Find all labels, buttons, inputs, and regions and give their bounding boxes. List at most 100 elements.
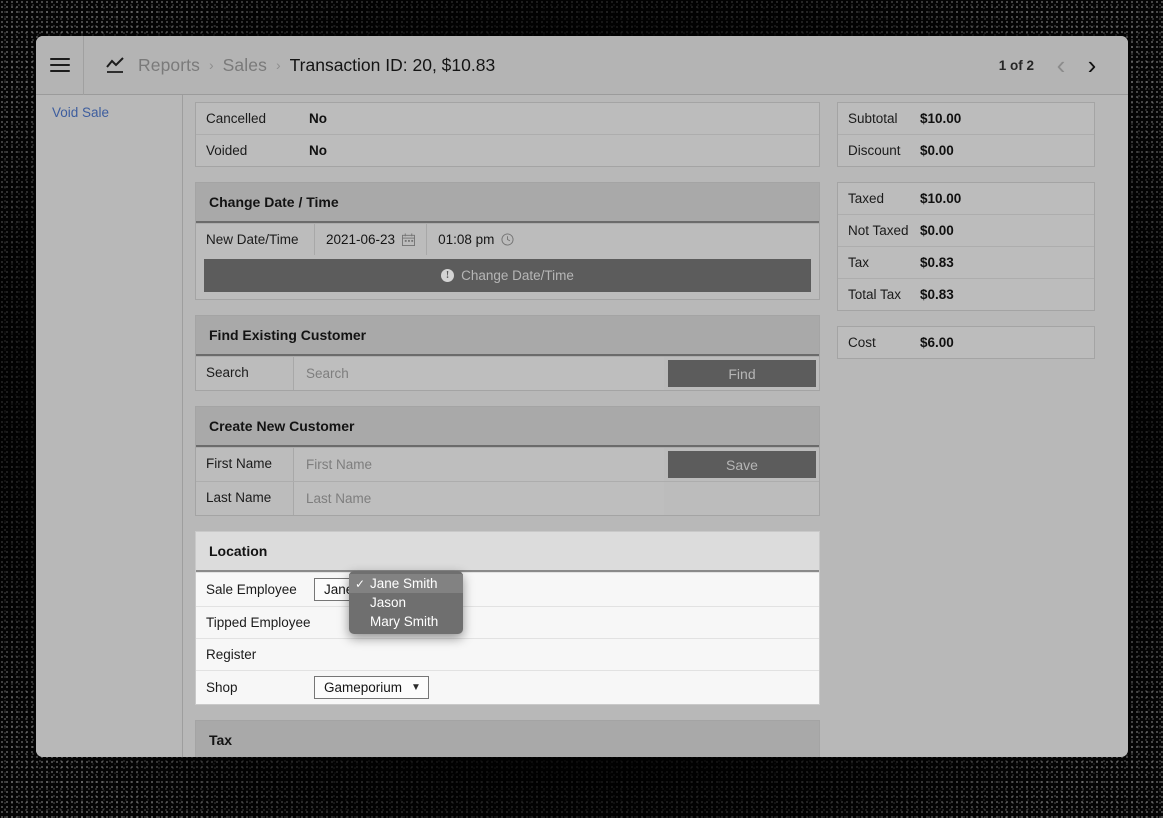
last-name-label: Last Name — [206, 490, 272, 505]
tipped-employee-label: Tipped Employee — [206, 615, 311, 630]
calendar-icon — [402, 233, 416, 246]
shop-label: Shop — [206, 680, 238, 695]
time-value: 01:08 pm — [438, 232, 495, 247]
create-customer-title: Create New Customer — [196, 407, 819, 447]
not-taxed-label: Not Taxed — [848, 223, 909, 238]
dropdown-option-label: Jason — [370, 595, 407, 610]
find-button-cell: Find — [664, 357, 819, 390]
info-circle-icon: ! — [441, 269, 455, 282]
customer-search-input[interactable] — [293, 357, 664, 390]
void-sale-link[interactable]: Void Sale — [36, 102, 182, 120]
save-customer-button[interactable]: Save — [668, 451, 816, 478]
create-customer-panel: Create New Customer First Name Save Last… — [195, 406, 820, 516]
tax-title: Tax — [196, 721, 819, 757]
total-tax-value: $0.83 — [920, 287, 954, 302]
change-datetime-button-label: Change Date/Time — [461, 268, 574, 283]
left-sidebar: Void Sale — [36, 95, 183, 757]
table-row: Cost $6.00 — [838, 327, 1094, 358]
breadcrumb-separator-2: › — [275, 57, 281, 73]
change-datetime-title: Change Date / Time — [196, 183, 819, 223]
spacer-cell — [664, 482, 819, 515]
shop-row: Shop Gameporium ▼ — [196, 670, 819, 704]
change-datetime-button[interactable]: ! Change Date/Time — [204, 259, 811, 292]
find-customer-title: Find Existing Customer — [196, 316, 819, 356]
cost-panel: Cost $6.00 — [837, 326, 1095, 359]
chart-line-icon — [106, 56, 125, 74]
first-name-label: First Name — [206, 456, 273, 471]
new-datetime-label: New Date/Time — [206, 232, 299, 247]
find-button[interactable]: Find — [668, 360, 816, 387]
cancelled-value: No — [309, 111, 327, 126]
shop-select[interactable]: Gameporium ▼ — [314, 676, 429, 699]
breadcrumb-current-transaction: Transaction ID: 20, $10.83 — [289, 54, 496, 75]
dropdown-option-label: Mary Smith — [370, 614, 439, 629]
menu-button[interactable] — [36, 36, 84, 95]
time-input[interactable]: 01:08 pm — [426, 224, 526, 255]
subtotal-panel: Subtotal $10.00 Discount $0.00 — [837, 102, 1095, 167]
sale-employee-row: Sale Employee Jane Smith ▼ — [196, 572, 819, 606]
body-area: Void Sale Cancelled No Voided No Change … — [36, 95, 1128, 757]
cost-value: $6.00 — [920, 335, 954, 350]
pager-label: 1 of 2 — [998, 57, 1034, 73]
date-input[interactable]: 2021-06-23 — [314, 224, 427, 255]
location-title: Location — [196, 532, 819, 572]
discount-value: $0.00 — [920, 143, 954, 158]
tax-label: Tax — [848, 255, 870, 270]
table-row: Voided No — [196, 134, 819, 166]
location-panel: Location Sale Employee Jane Smith ▼ Tipp… — [195, 531, 820, 705]
table-row: Discount $0.00 — [838, 134, 1094, 166]
customer-search-row: Search Find — [196, 356, 819, 390]
voided-value: No — [309, 143, 327, 158]
table-row: Not Taxed $0.00 — [838, 214, 1094, 246]
change-datetime-panel: Change Date / Time New Date/Time 2021-06… — [195, 182, 820, 300]
tax-panel: Tax Sales Tax Sales Tax Tax Rate 8.25% — [195, 720, 820, 757]
total-tax-label: Total Tax — [848, 287, 902, 302]
sale-employee-dropdown-menu[interactable]: ✓ Jane Smith Jason Mary Smith — [349, 571, 463, 634]
tax-value: $0.83 — [920, 255, 954, 270]
date-value: 2021-06-23 — [326, 232, 396, 247]
subtotal-label: Subtotal — [848, 111, 898, 126]
clock-icon — [501, 233, 514, 246]
pager: 1 of 2 ‹ › — [999, 48, 1128, 82]
first-name-input[interactable] — [293, 448, 664, 481]
totals-column: Subtotal $10.00 Discount $0.00 Taxed $10… — [837, 102, 1095, 757]
breadcrumb-separator-1: › — [208, 57, 214, 73]
hamburger-icon — [49, 55, 70, 76]
chevron-down-icon: ▼ — [411, 682, 421, 693]
dropdown-option-jane-smith[interactable]: ✓ Jane Smith — [349, 574, 463, 593]
table-row: Cancelled No — [196, 103, 819, 134]
breadcrumb-reports[interactable]: Reports — [138, 55, 200, 76]
sale-employee-label: Sale Employee — [206, 582, 297, 597]
shop-value: Gameporium — [324, 680, 403, 695]
main-column: Cancelled No Voided No Change Date / Tim… — [195, 102, 820, 757]
new-datetime-row: New Date/Time 2021-06-23 01:08 pm — [196, 223, 819, 255]
next-page-button[interactable]: › — [1078, 48, 1106, 82]
status-panel: Cancelled No Voided No — [195, 102, 820, 167]
content-area: Cancelled No Voided No Change Date / Tim… — [183, 95, 1128, 757]
cost-label: Cost — [848, 335, 876, 350]
taxed-label: Taxed — [848, 191, 885, 206]
table-row: Taxed $10.00 — [838, 183, 1094, 214]
table-row: Subtotal $10.00 — [838, 103, 1094, 134]
register-row: Register — [196, 638, 819, 670]
subtotal-value: $10.00 — [920, 111, 962, 126]
breadcrumb-sales[interactable]: Sales — [223, 55, 267, 76]
save-button-cell: Save — [664, 448, 819, 481]
table-row: Total Tax $0.83 — [838, 278, 1094, 310]
tax-breakdown-panel: Taxed $10.00 Not Taxed $0.00 Tax $0.83 T… — [837, 182, 1095, 311]
find-customer-panel: Find Existing Customer Search Find — [195, 315, 820, 391]
first-name-row: First Name Save — [196, 447, 819, 481]
check-icon: ✓ — [355, 576, 366, 591]
dropdown-option-mary-smith[interactable]: Mary Smith — [349, 612, 463, 631]
tipped-employee-row: Tipped Employee — [196, 606, 819, 638]
last-name-row: Last Name — [196, 481, 819, 515]
previous-page-button[interactable]: ‹ — [1047, 48, 1075, 82]
dropdown-option-label: Jane Smith — [370, 576, 438, 591]
register-label: Register — [206, 647, 257, 662]
last-name-input[interactable] — [293, 482, 664, 515]
search-label: Search — [206, 365, 249, 380]
top-bar: Reports › Sales › Transaction ID: 20, $1… — [36, 36, 1128, 95]
table-row: Tax $0.83 — [838, 246, 1094, 278]
voided-label: Voided — [206, 143, 248, 158]
dropdown-option-jason[interactable]: Jason — [349, 593, 463, 612]
